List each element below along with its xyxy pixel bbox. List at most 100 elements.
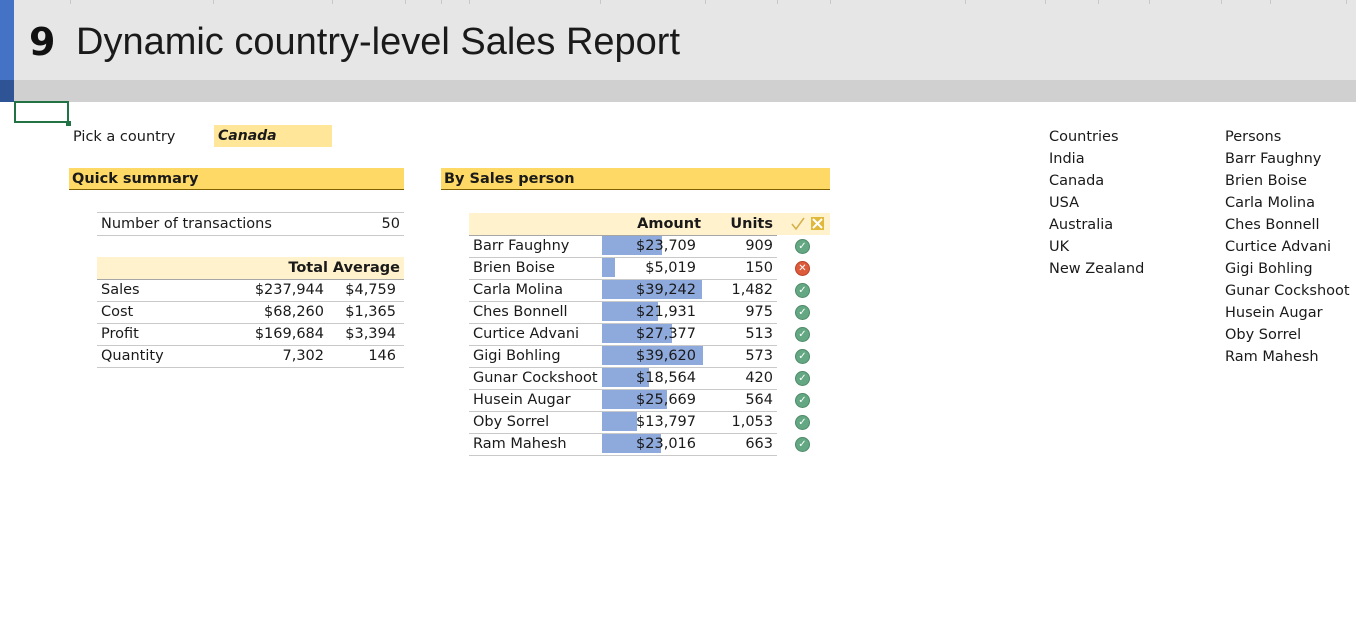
gridline-tick (70, 0, 71, 4)
person-list-item: Ram Mahesh (1225, 349, 1319, 365)
summary-row-total: $237,944 (254, 282, 324, 298)
gridline-tick (213, 0, 214, 4)
country-list-item: USA (1049, 195, 1080, 211)
person-amount: $21,931 (636, 304, 696, 320)
person-name: Ches Bonnell (473, 304, 568, 320)
check-circle-icon: ✓ (795, 393, 810, 408)
gridline-tick (441, 0, 442, 4)
person-units: 564 (745, 392, 773, 408)
gridline-tick (469, 0, 470, 4)
gridline-tick (405, 0, 406, 4)
summary-row-label: Quantity (101, 348, 164, 364)
check-circle-icon: ✓ (795, 283, 810, 298)
person-units: 420 (745, 370, 773, 386)
col-units-header: Units (730, 216, 773, 232)
row-divider (469, 455, 777, 456)
person-list-item: Curtice Advani (1225, 239, 1332, 255)
check-circle-icon: ✓ (795, 305, 810, 320)
countries-header: Countries (1049, 129, 1119, 145)
check-cross-icon (791, 217, 824, 231)
country-list-item: New Zealand (1049, 261, 1145, 277)
person-units: 1,482 (731, 282, 773, 298)
person-name: Curtice Advani (473, 326, 580, 342)
person-name: Gunar Cockshoot (473, 370, 598, 386)
fill-handle[interactable] (66, 121, 71, 126)
person-amount: $23,016 (636, 436, 696, 452)
page-title: Dynamic country-level Sales Report (76, 21, 681, 63)
summary-row-average: 146 (368, 348, 396, 364)
check-circle-icon: ✓ (795, 349, 810, 364)
summary-row-average: $4,759 (345, 282, 396, 298)
person-name: Oby Sorrel (473, 414, 550, 430)
quick-summary-header: Quick summary (69, 168, 404, 190)
transactions-value: 50 (381, 216, 400, 232)
gridline-tick (965, 0, 966, 4)
by-sales-person-header: By Sales person (441, 168, 830, 190)
gridline-tick (1221, 0, 1222, 4)
gridline-tick (332, 0, 333, 4)
person-amount: $39,620 (636, 348, 696, 364)
person-units: 1,053 (731, 414, 773, 430)
report-number: 9 (29, 20, 56, 64)
person-units: 909 (745, 238, 773, 254)
person-amount: $5,019 (645, 260, 696, 276)
person-units: 975 (745, 304, 773, 320)
person-list-item: Brien Boise (1225, 173, 1307, 189)
person-amount: $39,242 (636, 282, 696, 298)
summary-row-total: $169,684 (254, 326, 324, 342)
summary-row-average: $1,365 (345, 304, 396, 320)
check-circle-icon: ✓ (795, 327, 810, 342)
person-name: Gigi Bohling (473, 348, 561, 364)
person-name: Husein Augar (473, 392, 571, 408)
gridline-tick (1346, 0, 1347, 4)
person-list-item: Gigi Bohling (1225, 261, 1313, 277)
pick-country-label: Pick a country (73, 129, 176, 145)
country-list-item: Australia (1049, 217, 1114, 233)
summary-row-label: Profit (101, 326, 139, 342)
col-average-header: Average (332, 260, 400, 276)
gridline-tick (830, 0, 831, 4)
country-list-item: UK (1049, 239, 1070, 255)
col-total-header: Total (288, 260, 328, 276)
person-amount: $27,377 (636, 326, 696, 342)
person-units: 513 (745, 326, 773, 342)
person-list-item: Carla Molina (1225, 195, 1316, 211)
person-list-item: Oby Sorrel (1225, 327, 1302, 343)
country-list-item: India (1049, 151, 1085, 167)
person-list-item: Gunar Cockshoot (1225, 283, 1350, 299)
gridline-tick (1270, 0, 1271, 4)
check-circle-icon: ✓ (795, 371, 810, 386)
country-list-item: Canada (1049, 173, 1105, 189)
summary-row-label: Cost (101, 304, 134, 320)
check-circle-icon: ✓ (795, 415, 810, 430)
person-list-item: Barr Faughny (1225, 151, 1322, 167)
gridline-tick (705, 0, 706, 4)
person-amount: $23,709 (636, 238, 696, 254)
title-sub-band (14, 80, 1356, 102)
summary-row-total: $68,260 (264, 304, 324, 320)
person-list-item: Ches Bonnell (1225, 217, 1320, 233)
divider (97, 235, 404, 236)
row-divider (97, 367, 404, 368)
active-cell-selection[interactable] (14, 101, 69, 123)
check-circle-icon: ✓ (795, 437, 810, 452)
person-list-item: Husein Augar (1225, 305, 1323, 321)
gridline-tick (1098, 0, 1099, 4)
summary-row-total: 7,302 (282, 348, 324, 364)
person-units: 150 (745, 260, 773, 276)
person-name: Carla Molina (473, 282, 564, 298)
person-units: 573 (745, 348, 773, 364)
gridline-tick (600, 0, 601, 4)
transactions-label: Number of transactions (101, 216, 272, 232)
title-accent-bar-lower (0, 80, 14, 102)
persons-header: Persons (1225, 129, 1282, 145)
gridline-tick (1045, 0, 1046, 4)
summary-row-average: $3,394 (345, 326, 396, 342)
country-input-cell[interactable]: Canada (214, 125, 332, 147)
person-name: Ram Mahesh (473, 436, 567, 452)
person-units: 663 (745, 436, 773, 452)
gridline-tick (777, 0, 778, 4)
person-name: Brien Boise (473, 260, 555, 276)
check-circle-icon: ✓ (795, 239, 810, 254)
summary-row-label: Sales (101, 282, 140, 298)
